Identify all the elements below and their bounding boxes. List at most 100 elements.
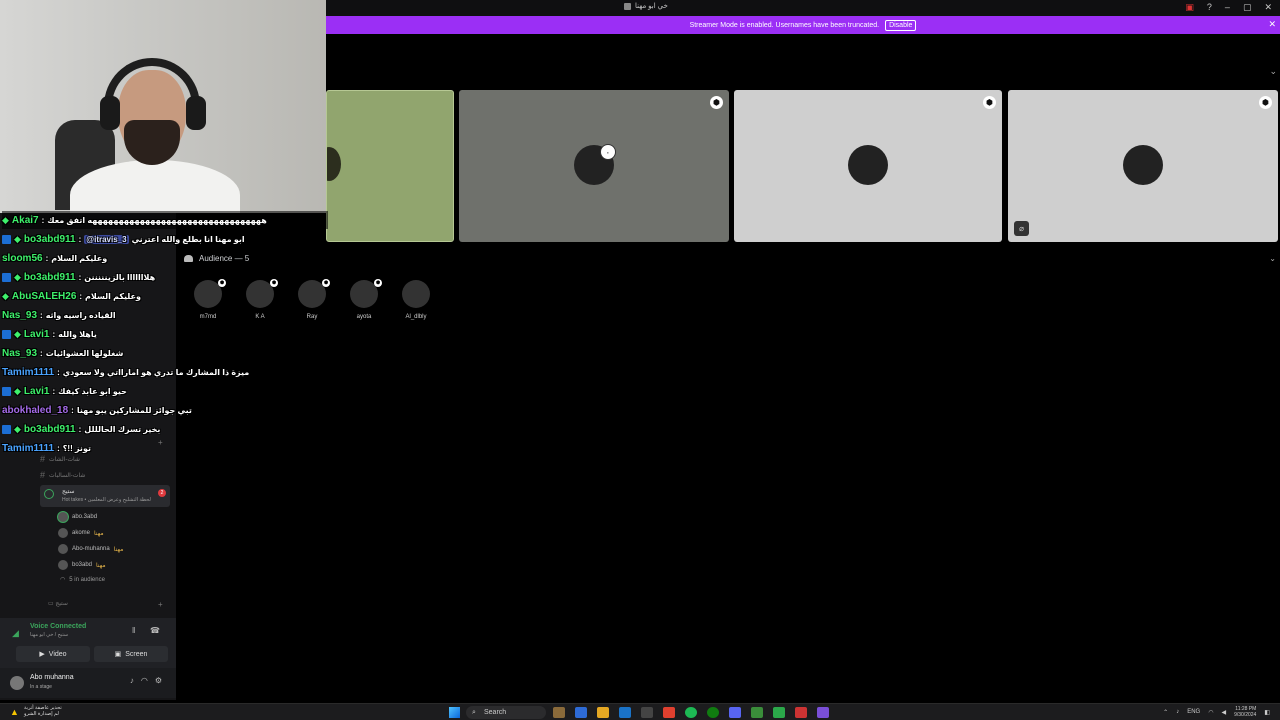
weather-widget[interactable]: تحذير عاصفة أتربة لم إصدارة الشرو <box>24 705 62 717</box>
spotify-icon[interactable] <box>685 707 697 718</box>
chat-user: Tamim1111 <box>2 366 55 378</box>
weather-warning-icon[interactable]: ▲ <box>10 707 19 717</box>
shield-icon: ⬢ <box>270 279 278 287</box>
voice-status[interactable]: Voice Connected <box>30 623 86 630</box>
chat-user: Lavi1 <box>23 385 50 397</box>
obs-icon[interactable] <box>817 707 829 718</box>
chat-sep: : <box>71 405 74 415</box>
xbox-icon[interactable] <box>707 707 719 718</box>
avatar[interactable] <box>10 676 24 690</box>
app-icon[interactable] <box>795 707 807 718</box>
language-indicator[interactable]: ENG <box>1187 709 1200 715</box>
chat-user: bo3abd911 <box>23 271 76 283</box>
screen-button-label: Screen <box>125 650 148 658</box>
maximize-button[interactable]: ▢ <box>1243 2 1252 13</box>
audience-member[interactable]: ⬢ m7md <box>193 279 226 320</box>
headphones-icon[interactable]: ◠ <box>141 676 148 685</box>
close-window-button[interactable]: ✕ <box>1264 2 1272 13</box>
notification-icon[interactable]: ◧ <box>1264 709 1270 716</box>
stage-member[interactable]: abo.3abd <box>58 511 97 523</box>
widgets-icon[interactable] <box>553 707 565 718</box>
speaker-tile[interactable] <box>326 90 454 242</box>
folder-icon: ▭ <box>48 601 54 607</box>
search-icon: ⌕ <box>472 709 476 716</box>
avatar-badge-icon: ▪ <box>600 144 616 160</box>
stage-member[interactable]: akome مهنا <box>58 527 104 539</box>
webcam-person-beard <box>124 120 180 165</box>
chat-message: ◆ AbuSALEH26 : وعليكم السلام <box>2 287 141 305</box>
gear-icon[interactable]: ⚙ <box>155 676 162 685</box>
video-feed <box>327 147 341 181</box>
diamond-badge-icon: ◆ <box>14 271 21 282</box>
noise-suppression-icon[interactable]: ‖ <box>132 626 135 635</box>
square-badge-icon <box>2 234 11 244</box>
audience-member[interactable]: Al_dlbly <box>401 280 431 320</box>
chat-text: ميزة ذا المشارك ما تدري هو امارااتي ولا … <box>62 367 250 377</box>
add-channel-icon[interactable]: + <box>158 600 163 609</box>
stage-audience-count[interactable]: ◠ 5 in audience <box>60 576 105 584</box>
microphone-icon[interactable]: ♪ <box>130 676 134 685</box>
mail-icon[interactable] <box>619 707 631 718</box>
disable-button[interactable]: Disable <box>885 19 917 31</box>
start-button[interactable] <box>449 707 460 718</box>
avatar <box>402 280 430 308</box>
app-icon[interactable] <box>751 707 763 718</box>
voice-panel: ◢ Voice Connected ستيج / خي ابو مهنا ‖ ☎… <box>0 618 176 668</box>
app-icon <box>624 2 631 10</box>
diamond-badge-icon: ◆ <box>14 423 21 434</box>
audience-member-name: Al_dlbly <box>405 314 427 320</box>
screen-share-button[interactable]: ▣ Screen <box>94 646 168 662</box>
volume-icon[interactable]: ◀ <box>1221 709 1226 716</box>
minimize-button[interactable]: – <box>1225 2 1230 13</box>
copilot-icon[interactable] <box>575 707 587 718</box>
inbox-icon[interactable]: ▣ <box>1185 2 1194 13</box>
speaker-tile[interactable]: ⬢ <box>734 90 1002 242</box>
avatar <box>1123 145 1163 185</box>
audience-header: Audience — 5 <box>184 254 249 263</box>
disconnect-icon[interactable]: ☎ <box>150 626 160 635</box>
stage-name: ستيج <box>62 489 75 495</box>
audience-list: ⬢ m7md ⬢ K A ⬢ Ray ⬢ ayota Al_dlbly <box>193 279 431 320</box>
video-button[interactable]: ▶ Video <box>16 646 90 662</box>
chat-message: abokhaled_18 : تبي جوائز للمشاركين يبو م… <box>2 401 192 419</box>
chevron-up-icon[interactable]: ⌃ <box>1163 709 1168 716</box>
speaker-tile[interactable]: ⬢ ⌀ <box>1008 90 1278 242</box>
chat-text: ابو مهنا انا بطلع والله اعترني <box>131 234 245 244</box>
chevron-down-icon[interactable]: ⌄ <box>1269 254 1276 263</box>
diamond-badge-icon: ◆ <box>14 233 21 244</box>
category-item[interactable]: ▭ ستيج <box>48 600 68 607</box>
speaker-tile[interactable]: ▪ ⬢ <box>459 90 729 242</box>
camera-icon: ▶ <box>39 651 45 658</box>
wifi-icon[interactable]: ◠ <box>1208 709 1213 716</box>
people-icon <box>184 255 193 262</box>
banner-text: Streamer Mode is enabled. Usernames have… <box>689 21 880 29</box>
voice-channel[interactable]: ستيج / خي ابو مهنا <box>30 632 68 638</box>
stage-member[interactable]: Abo-muhanna مهنا <box>58 543 123 555</box>
chat-sep: : <box>57 367 60 377</box>
stage-channel[interactable]: ستيج Hot takes • لحظة التشليح وعرض المعل… <box>40 485 170 507</box>
close-banner-icon[interactable]: ✕ <box>1268 19 1276 30</box>
file-explorer-icon[interactable] <box>597 707 609 718</box>
clock[interactable]: 11:28 PM 9/30/2024 <box>1234 706 1256 718</box>
member-name: abo.3abd <box>72 514 98 520</box>
store-icon[interactable] <box>641 707 653 718</box>
audience-member[interactable]: ⬢ Ray <box>297 279 330 320</box>
audience-member[interactable]: ⬢ K A <box>245 279 278 320</box>
window-title: خي ابو مهنا <box>624 2 668 10</box>
help-icon[interactable]: ? <box>1207 2 1212 13</box>
app-icon[interactable] <box>773 707 785 718</box>
audience-member[interactable]: ⬢ ayota <box>349 279 382 320</box>
stage-member[interactable]: bo3abd مهنا <box>58 559 106 571</box>
chevron-down-icon[interactable]: ⌄ <box>1269 66 1277 77</box>
signal-icon[interactable]: ◢ <box>12 628 19 639</box>
shield-icon: ⬢ <box>1259 96 1272 109</box>
discord-icon[interactable] <box>729 707 741 718</box>
channel-item[interactable]: # شات-السالبات <box>40 469 170 481</box>
add-channel-icon[interactable]: + <box>158 438 163 447</box>
user-name[interactable]: Abo muhanna <box>30 674 74 681</box>
weather-line: لم إصدارة الشرو <box>24 711 59 717</box>
shield-icon: ⬢ <box>374 279 382 287</box>
brave-icon[interactable] <box>663 707 675 718</box>
taskbar-search[interactable]: ⌕ Search <box>466 706 546 719</box>
microphone-icon[interactable]: ♪ <box>1176 709 1179 715</box>
